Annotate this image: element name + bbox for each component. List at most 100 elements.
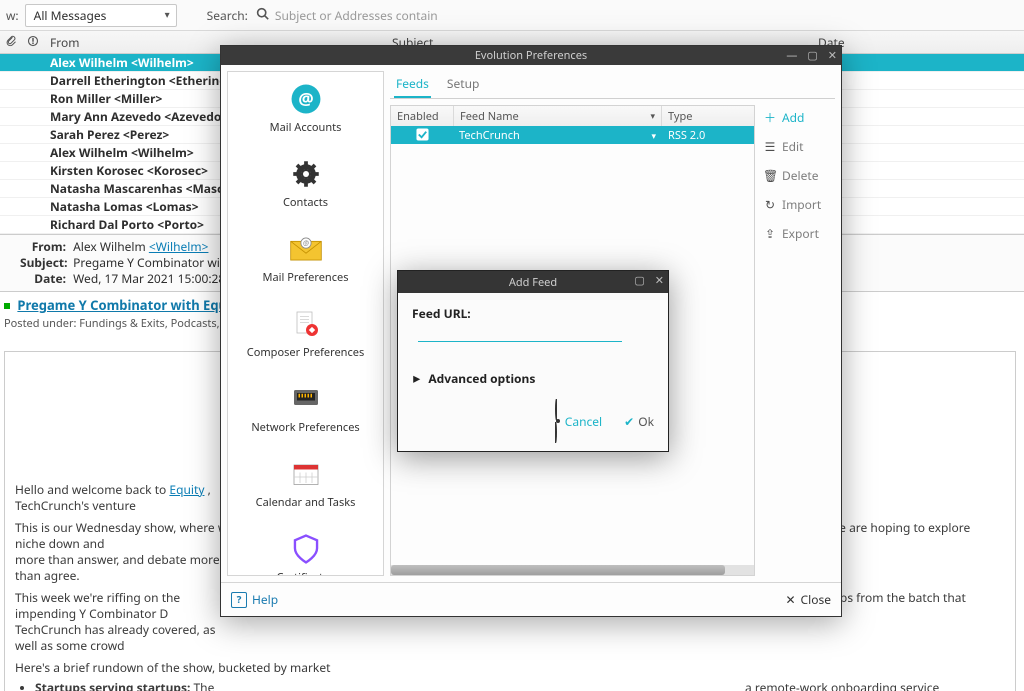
category-calendar-tasks[interactable]: Calendar and Tasks	[228, 447, 383, 522]
help-icon: ?	[231, 592, 247, 608]
search-icon	[256, 7, 269, 24]
preview-from-name: Alex Wilhelm	[73, 238, 149, 255]
category-label: Calendar and Tasks	[256, 495, 356, 510]
feeds-table-header: Enabled Feed Name Type	[391, 106, 754, 126]
mail-toolbar: w: All Messages Search: Subject or Addre…	[0, 0, 1024, 31]
body-link-equity[interactable]: Equity	[169, 481, 204, 498]
article-title-link[interactable]: Pregame Y Combinator with Equity	[17, 296, 244, 314]
plus-icon: ＋	[763, 109, 777, 126]
delete-feed-button[interactable]: 🗑 Delete	[763, 167, 835, 184]
edit-label: Edit	[782, 138, 803, 155]
attachment-column-icon[interactable]	[0, 34, 22, 51]
category-label: Composer Preferences	[247, 345, 364, 360]
ok-label: Ok	[638, 413, 654, 430]
preview-date-label: Date:	[20, 271, 70, 287]
add-feed-title: Add Feed	[509, 275, 557, 290]
show-dropdown[interactable]: All Messages	[25, 4, 177, 27]
category-composer-preferences[interactable]: Composer Preferences	[228, 297, 383, 372]
body-text: Hello and welcome back to	[15, 481, 169, 498]
add-feed-button[interactable]: ＋ Add	[763, 109, 835, 126]
shield-icon	[287, 534, 325, 564]
category-label: Network Preferences	[251, 420, 359, 435]
category-network-preferences[interactable]: Network Preferences	[228, 372, 383, 447]
category-contacts[interactable]: Contacts	[228, 147, 383, 222]
import-label: Import	[782, 196, 821, 213]
network-port-icon	[287, 384, 325, 414]
window-close-button[interactable]: ✕	[828, 48, 837, 63]
tab-setup[interactable]: Setup	[445, 71, 481, 98]
column-date[interactable]: Date	[812, 34, 1024, 51]
body-text: Startups serving startups:	[35, 679, 194, 691]
export-feed-button[interactable]: ⇪ Export	[763, 225, 835, 242]
close-icon: ✕	[785, 591, 795, 608]
body-text: This week we're riffing on the impending…	[15, 590, 235, 622]
preferences-titlebar: Evolution Preferences — ▢ ✕	[221, 46, 841, 65]
search-input[interactable]: Subject or Addresses contain	[275, 7, 438, 24]
advanced-label: Advanced options	[428, 370, 535, 387]
show-value: All Messages	[34, 7, 107, 24]
add-feed-titlebar: Add Feed ▢ ✕	[398, 271, 668, 293]
export-label: Export	[782, 225, 819, 242]
delete-label: Delete	[782, 167, 819, 184]
edit-feed-button[interactable]: ☰ Edit	[763, 138, 835, 155]
feed-row[interactable]: TechCrunch RSS 2.0	[391, 126, 754, 144]
category-label: Mail Preferences	[263, 270, 349, 285]
close-label: Close	[801, 591, 831, 608]
cancel-label: Cancel	[565, 413, 602, 430]
calendar-icon	[287, 459, 325, 489]
feed-name: TechCrunch	[453, 126, 662, 144]
feed-url-input[interactable]	[418, 322, 622, 342]
feeds-col-enabled[interactable]: Enabled	[391, 106, 454, 126]
category-label: Mail Accounts	[270, 120, 342, 135]
dialog-maximize-button[interactable]: ▢	[634, 273, 644, 288]
preview-subject-label: Subject:	[20, 255, 70, 271]
import-feed-button[interactable]: ↻ Import	[763, 196, 835, 213]
svg-text:@: @	[302, 238, 308, 247]
body-text: more than answer, and debate more than a…	[15, 552, 235, 584]
envelope-icon: @	[287, 234, 325, 264]
preview-from-link[interactable]: <Wilhelm>	[149, 238, 209, 255]
help-label: Help	[252, 591, 278, 608]
feeds-hscrollbar[interactable]	[391, 565, 754, 575]
tab-feeds[interactable]: Feeds	[394, 71, 431, 98]
feed-url-label: Feed URL:	[412, 305, 471, 322]
add-label: Add	[782, 109, 804, 126]
export-icon: ⇪	[763, 225, 777, 242]
body-text: a remote-work onboarding service	[745, 679, 939, 691]
close-button[interactable]: ✕ Close	[785, 591, 831, 608]
category-mail-accounts[interactable]: @ Mail Accounts	[228, 72, 383, 147]
import-icon: ↻	[763, 196, 777, 213]
ok-button[interactable]: ✔ Ok	[624, 401, 654, 441]
category-certificates[interactable]: Certificates	[228, 522, 383, 576]
svg-text:@: @	[298, 86, 313, 109]
advanced-options-toggle[interactable]: ▶ Advanced options	[412, 370, 654, 387]
category-mail-preferences[interactable]: @ Mail Preferences	[228, 222, 383, 297]
body-text: Here's a brief rundown of the show, buck…	[15, 660, 1005, 676]
cancel-button[interactable]: Cancel	[555, 401, 602, 441]
feeds-col-type[interactable]: Type	[662, 106, 754, 126]
rss-bullet-icon	[4, 303, 10, 309]
search-label: Search:	[207, 7, 248, 24]
window-minimize-button[interactable]: —	[786, 48, 797, 63]
cancel-icon	[555, 401, 561, 441]
body-text: This is our Wednesday show, where we nic…	[15, 520, 235, 552]
preferences-tabs: Feeds Setup	[390, 71, 835, 99]
category-label: Certificates	[276, 570, 334, 576]
help-button[interactable]: ? Help	[231, 591, 278, 608]
list-icon: ☰	[763, 138, 777, 155]
add-feed-dialog: Add Feed ▢ ✕ Feed URL: ▶ Advanced option…	[397, 270, 669, 452]
flag-column-icon[interactable]	[22, 34, 44, 51]
preferences-footer: ? Help ✕ Close	[221, 582, 841, 616]
feed-enabled-checkbox[interactable]	[391, 126, 453, 144]
window-maximize-button[interactable]: ▢	[807, 48, 817, 63]
gear-icon	[287, 159, 325, 189]
feeds-col-name[interactable]: Feed Name	[454, 106, 662, 126]
preferences-title: Evolution Preferences	[475, 48, 587, 63]
body-text: TechCrunch has already covered, as well …	[15, 622, 235, 654]
list-item: Startups serving startups: The largest g…	[35, 680, 1005, 691]
dialog-close-button[interactable]: ✕	[655, 273, 664, 288]
preferences-sidebar: @ Mail Accounts Contacts @ Mail Preferen…	[227, 71, 384, 576]
trash-icon: 🗑	[763, 167, 777, 184]
feed-type: RSS 2.0	[662, 126, 754, 144]
feed-actions: ＋ Add ☰ Edit 🗑 Delete ↻ Import	[755, 105, 835, 576]
